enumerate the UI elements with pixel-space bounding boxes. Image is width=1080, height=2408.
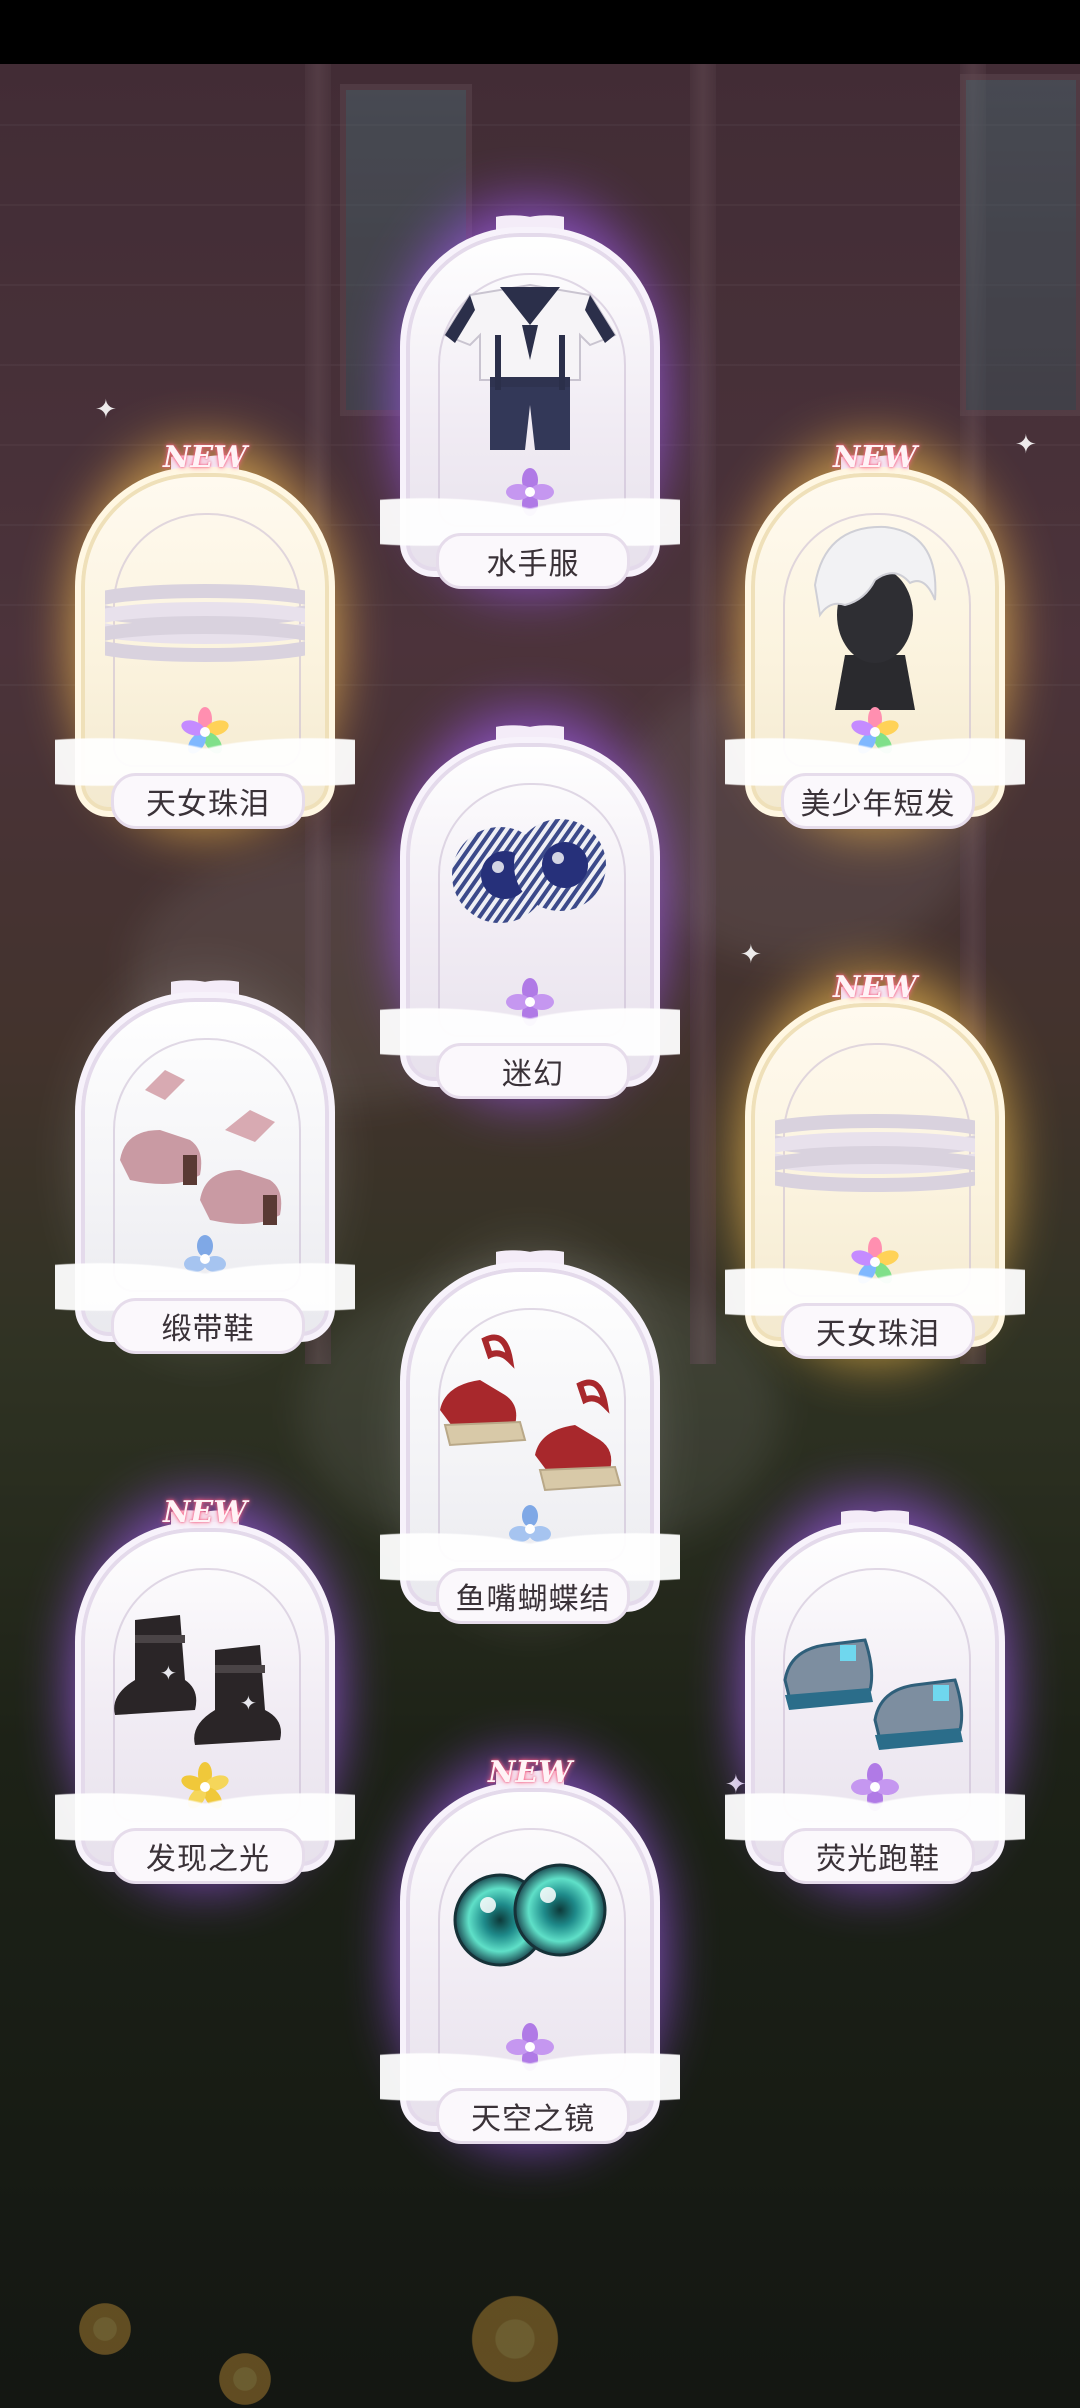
reward-card-black-boots[interactable]: NEW ✦ ✦ 发现之光 — [55, 1482, 355, 1902]
reward-card-glow-sneakers[interactable]: 荧光跑鞋 — [725, 1482, 1025, 1902]
red-sandals-icon — [430, 1300, 630, 1510]
status-bar — [0, 0, 1080, 64]
new-badge: NEW — [833, 439, 917, 475]
new-badge: NEW — [488, 1754, 572, 1790]
new-badge: NEW — [163, 1494, 247, 1530]
pearl-choker-icon — [750, 1035, 1000, 1245]
ribbon-shoes-icon — [105, 1030, 305, 1240]
reward-card-short-hair[interactable]: NEW 美少年短发 — [725, 427, 1025, 847]
card-name-label: 天女珠泪 — [111, 773, 305, 829]
pearl-choker-icon — [80, 505, 330, 715]
svg-text:✦: ✦ — [240, 1691, 257, 1715]
reward-card-sailor-outfit[interactable]: 水手服 — [380, 187, 680, 607]
reward-card-sky-mirror-eyes[interactable]: NEW 天空之镜 — [380, 1742, 680, 2162]
card-name-label: 天空之镜 — [436, 2088, 630, 2144]
card-name-label: 天女珠泪 — [781, 1303, 975, 1359]
card-name-label: 发现之光 — [111, 1828, 305, 1884]
card-name-label: 鱼嘴蝴蝶结 — [436, 1568, 630, 1624]
reward-card-peeptoe-bow-sandals[interactable]: 鱼嘴蝴蝶结 — [380, 1222, 680, 1642]
new-badge: NEW — [163, 439, 247, 475]
card-name-label: 缎带鞋 — [111, 1298, 305, 1354]
card-name-label: 荧光跑鞋 — [781, 1828, 975, 1884]
card-name-label: 迷幻 — [436, 1043, 630, 1099]
sparkle-icon: ✦ — [1015, 430, 1037, 460]
eyes-icon — [430, 775, 630, 985]
reward-card-ribbon-shoes[interactable]: 缎带鞋 — [55, 952, 355, 1372]
reward-card-pearl-choker[interactable]: NEW 天女珠泪 — [725, 957, 1025, 1377]
card-name-label: 水手服 — [436, 533, 630, 589]
reward-card-pearl-choker[interactable]: NEW 天女珠泪 — [55, 427, 355, 847]
svg-text:✦: ✦ — [160, 1661, 177, 1685]
short-hair-icon — [775, 505, 975, 715]
reward-card-psychedelic-eyes[interactable]: 迷幻 — [380, 697, 680, 1117]
sparkle-icon: ✦ — [95, 395, 117, 425]
card-name-label: 美少年短发 — [781, 773, 975, 829]
cyan-eyes-icon — [430, 1820, 630, 2030]
glow-sneakers-icon — [775, 1560, 975, 1770]
new-badge: NEW — [833, 969, 917, 1005]
black-boots-icon: ✦ ✦ — [105, 1560, 305, 1770]
sailor-outfit-icon — [430, 265, 630, 475]
